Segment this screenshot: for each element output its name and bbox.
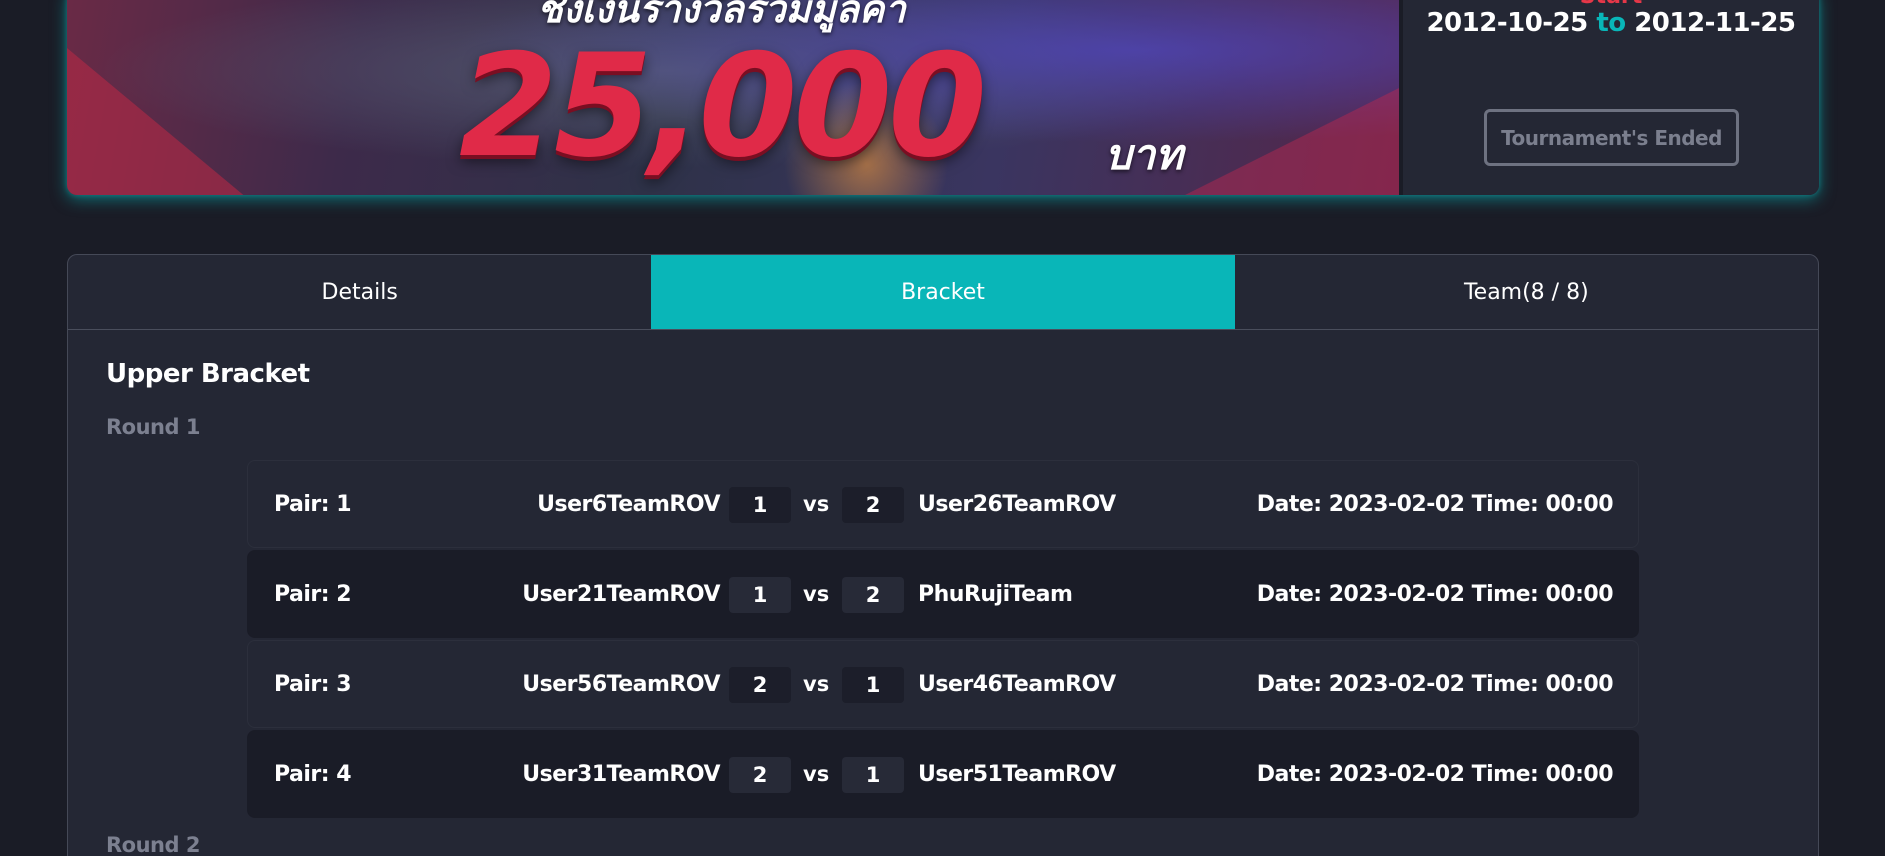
match-row[interactable]: Pair: 3 User56TeamROV 2 vs 1 User46TeamR… — [247, 640, 1639, 728]
team-left-name: User56TeamROV — [522, 671, 720, 697]
score-right: 2 — [842, 487, 904, 523]
tournament-main-panel: Details Bracket Team(8 / 8) Upper Bracke… — [67, 254, 1819, 856]
team-left-name: User6TeamROV — [537, 491, 720, 517]
team-right-name: PhuRujiTeam — [918, 581, 1073, 607]
team-right-name: User46TeamROV — [918, 671, 1116, 697]
tab-team[interactable]: Team(8 / 8) — [1235, 255, 1818, 329]
team-left-name: User21TeamROV — [522, 581, 720, 607]
round-2-label: Round 2 — [106, 833, 200, 856]
pair-label: Pair: 1 — [274, 491, 352, 517]
pair-label: Pair: 3 — [274, 671, 352, 697]
score-left: 2 — [729, 667, 791, 703]
pair-label: Pair: 4 — [274, 761, 352, 787]
match-datetime: Date: 2023-02-02 Time: 00:00 — [1256, 581, 1614, 607]
score-left: 1 — [729, 487, 791, 523]
banner-prize-currency: บาท — [1105, 130, 1183, 179]
match-list: Pair: 1 User6TeamROV 1 vs 2 User26TeamRO… — [247, 460, 1639, 820]
score-right: 1 — [842, 667, 904, 703]
vs-label: vs — [803, 672, 830, 696]
match-datetime: Date: 2023-02-02 Time: 00:00 — [1256, 761, 1614, 787]
tournament-ended-button[interactable]: Tournament's Ended — [1484, 109, 1739, 166]
team-left-name: User31TeamROV — [522, 761, 720, 787]
tournament-date-range: 2012-10-25 to 2012-11-25 — [1403, 8, 1819, 38]
banner-prize-amount: 25,000 — [459, 24, 987, 189]
banner-decoration-left — [67, 48, 247, 195]
team-right-name: User26TeamROV — [918, 491, 1116, 517]
vs-label: vs — [803, 582, 830, 606]
match-row[interactable]: Pair: 1 User6TeamROV 1 vs 2 User26TeamRO… — [247, 460, 1639, 548]
tab-bar: Details Bracket Team(8 / 8) — [68, 255, 1818, 330]
match-datetime: Date: 2023-02-02 Time: 00:00 — [1256, 671, 1614, 697]
date-start: 2012-10-25 — [1426, 8, 1588, 38]
vs-label: vs — [803, 492, 830, 516]
tab-details[interactable]: Details — [68, 255, 651, 329]
match-row[interactable]: Pair: 2 User21TeamROV 1 vs 2 PhuRujiTeam… — [247, 550, 1639, 638]
score-left: 2 — [729, 757, 791, 793]
pair-label: Pair: 2 — [274, 581, 352, 607]
round-1-label: Round 1 — [106, 415, 200, 439]
score-left: 1 — [729, 577, 791, 613]
upper-bracket-title: Upper Bracket — [106, 359, 310, 389]
banner-decoration-right — [1179, 88, 1399, 195]
score-right: 1 — [842, 757, 904, 793]
match-datetime: Date: 2023-02-02 Time: 00:00 — [1256, 491, 1614, 517]
tournament-info-panel: Start 2012-10-25 to 2012-11-25 Tournamen… — [1399, 0, 1819, 195]
team-right-name: User51TeamROV — [918, 761, 1116, 787]
date-separator: to — [1596, 8, 1626, 38]
bracket-content: Upper Bracket Round 1 Pair: 1 User6TeamR… — [68, 330, 1818, 856]
vs-label: vs — [803, 762, 830, 786]
score-right: 2 — [842, 577, 904, 613]
tournament-banner-card: ชิงเงินรางวัลรวมมูลค่า 25,000 บาท Start … — [67, 0, 1819, 195]
match-row[interactable]: Pair: 4 User31TeamROV 2 vs 1 User51TeamR… — [247, 730, 1639, 818]
date-end: 2012-11-25 — [1634, 8, 1796, 38]
tab-bracket[interactable]: Bracket — [651, 255, 1235, 329]
tournament-banner-image: ชิงเงินรางวัลรวมมูลค่า 25,000 บาท — [67, 0, 1399, 195]
